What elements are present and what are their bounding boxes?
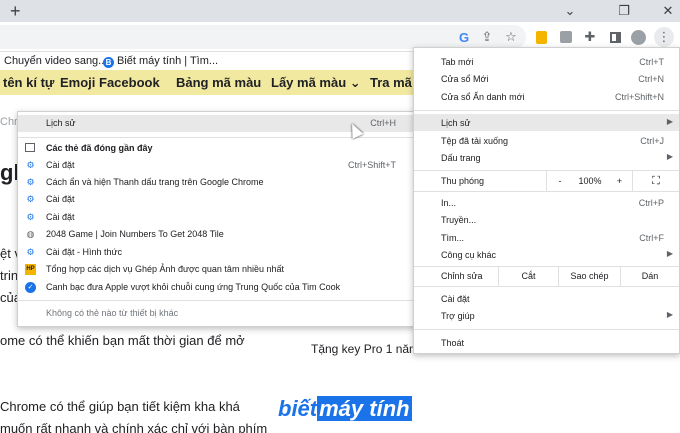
gear-blue-icon: ⚙ [26, 177, 35, 187]
recent-item[interactable]: ⚙ Cài đặt [18, 191, 416, 208]
kebab-menu-icon[interactable]: ⋮ [654, 27, 674, 47]
no-other-devices: Không có thẻ nào từ thiết bị khác [46, 308, 179, 318]
gear-icon: ⚙ [26, 160, 35, 170]
article-text: Chrome có thể giúp bạn tiết kiệm kha khá [0, 399, 240, 414]
cut-button[interactable]: Cắt [498, 267, 558, 286]
profile-icon[interactable] [629, 28, 647, 46]
star-icon[interactable]: ☆ [502, 28, 520, 46]
check-circle-icon: ✓ [25, 282, 36, 293]
nav-ten-ki-tu[interactable]: tên kí tự [3, 75, 54, 90]
recent-item[interactable]: ⚙ Cài đặt Ctrl+Shift+T [18, 157, 416, 174]
recent-item[interactable]: HP Tổng hợp các dịch vụ Ghép Ảnh được qu… [18, 261, 416, 278]
google-icon[interactable]: G [455, 28, 473, 46]
page-fragment: trin [0, 268, 19, 283]
menu-bookmarks[interactable]: Dấu trang ▶ [414, 149, 679, 166]
menu-downloads[interactable]: Tệp đã tải xuống Ctrl+J [414, 132, 679, 149]
gear-icon: ⚙ [26, 247, 35, 257]
divider [414, 191, 679, 192]
divider [414, 286, 679, 287]
close-window-button[interactable]: ✕ [650, 0, 680, 22]
nav-emoji-facebook[interactable]: Emoji Facebook [60, 75, 160, 90]
menu-help[interactable]: Trợ giúp ▶ [414, 307, 679, 324]
menu-exit[interactable]: Thoát [414, 334, 679, 351]
zoom-in-button[interactable]: + [607, 171, 632, 191]
menu-cast[interactable]: Truyền... [414, 211, 679, 228]
bookmark-bietmaytinh[interactable]: B Biết máy tính | Tìm... [103, 55, 218, 68]
new-tab-button[interactable]: + [10, 1, 21, 21]
chevron-right-icon: ▶ [666, 249, 673, 258]
chrome-main-menu: Tab mới Ctrl+T Cửa sổ Mới Ctrl+N Cửa sổ … [413, 47, 680, 354]
menu-new-tab[interactable]: Tab mới Ctrl+T [414, 53, 679, 70]
recent-item[interactable]: ◍ 2048 Game | Join Numbers To Get 2048 T… [18, 226, 416, 243]
menu-find[interactable]: Tìm... Ctrl+F [414, 229, 679, 246]
watermark-logo: biếtmáy tính [278, 396, 412, 421]
tab-icon [25, 143, 36, 154]
recent-item[interactable]: ⚙ Cài đặt - Hình thức [18, 244, 416, 261]
recent-item[interactable]: ✓ Canh bạc đưa Apple vượt khỏi chuỗi cun… [18, 279, 416, 296]
restore-button[interactable]: ❐ [606, 0, 642, 22]
recent-item[interactable]: ⚙ Cách ẩn và hiện Thanh dấu trang trên G… [18, 174, 416, 191]
chevron-right-icon: ▶ [666, 117, 673, 126]
menu-print[interactable]: In... Ctrl+P [414, 194, 679, 211]
fullscreen-icon[interactable]: ⛶ [632, 171, 679, 191]
gear-icon: ⚙ [26, 212, 35, 222]
tab-strip: + ⌄ ❐ ✕ [0, 0, 680, 22]
globe-icon: ◍ [26, 229, 35, 239]
bietmaytinh-icon: B [103, 57, 114, 68]
divider [414, 329, 679, 330]
share-icon[interactable]: ⇪ [478, 28, 496, 46]
menu-edit: Chỉnh sửa Cắt Sao chép Dán [414, 267, 679, 286]
sidepanel-icon[interactable] [606, 28, 624, 46]
menu-settings[interactable]: Cài đặt [414, 290, 679, 307]
paste-button[interactable]: Dán [620, 267, 679, 286]
article-text: muốn rất nhanh và chính xác chỉ với bàn … [0, 421, 268, 433]
zoom-level: 100% [578, 176, 602, 186]
divider [414, 110, 679, 111]
menu-more-tools[interactable]: Công cụ khác ▶ [414, 246, 679, 263]
hp-icon: HP [25, 264, 36, 275]
extension-grey-icon[interactable] [557, 28, 575, 46]
zoom-out-button[interactable]: - [546, 171, 573, 191]
nav-lay-ma-mau[interactable]: Lấy mã màu ⌄ [271, 75, 361, 91]
extension-yellow-icon[interactable] [532, 28, 550, 46]
gear-icon: ⚙ [26, 194, 35, 204]
recent-item[interactable]: ⚙ Cài đặt [18, 209, 416, 226]
recent-tabs-header: Các thẻ đã đóng gần đây [18, 140, 416, 157]
chevron-right-icon: ▶ [666, 152, 673, 161]
nav-bang-ma-mau[interactable]: Bảng mã màu [176, 75, 261, 90]
article-text: ome có thể khiến bạn mất thời gian để mở [0, 333, 245, 348]
chevron-right-icon: ▶ [666, 310, 673, 319]
menu-history[interactable]: Lịch sử ▶ [414, 114, 679, 131]
menu-incognito[interactable]: Cửa sổ Ẩn danh mới Ctrl+Shift+N [414, 88, 679, 105]
bookmark-video[interactable]: Chuyển video sang... [4, 55, 107, 67]
divider [18, 300, 416, 301]
history-submenu: Lịch sử Ctrl+H Các thẻ đã đóng gần đây ⚙… [17, 111, 417, 327]
puzzle-icon[interactable]: ✚ [581, 28, 599, 46]
sidebar-promo-text[interactable]: Tặng key Pro 1 năm [311, 342, 419, 356]
omnibox[interactable] [0, 25, 526, 49]
menu-zoom: Thu phóng - 100% + ⛶ [414, 171, 679, 191]
divider [18, 137, 416, 138]
copy-button[interactable]: Sao chép [558, 267, 620, 286]
bookmark-label: Biết máy tính | Tìm... [117, 55, 219, 67]
menu-new-window[interactable]: Cửa sổ Mới Ctrl+N [414, 70, 679, 87]
minimize-button[interactable]: ⌄ [552, 0, 588, 22]
